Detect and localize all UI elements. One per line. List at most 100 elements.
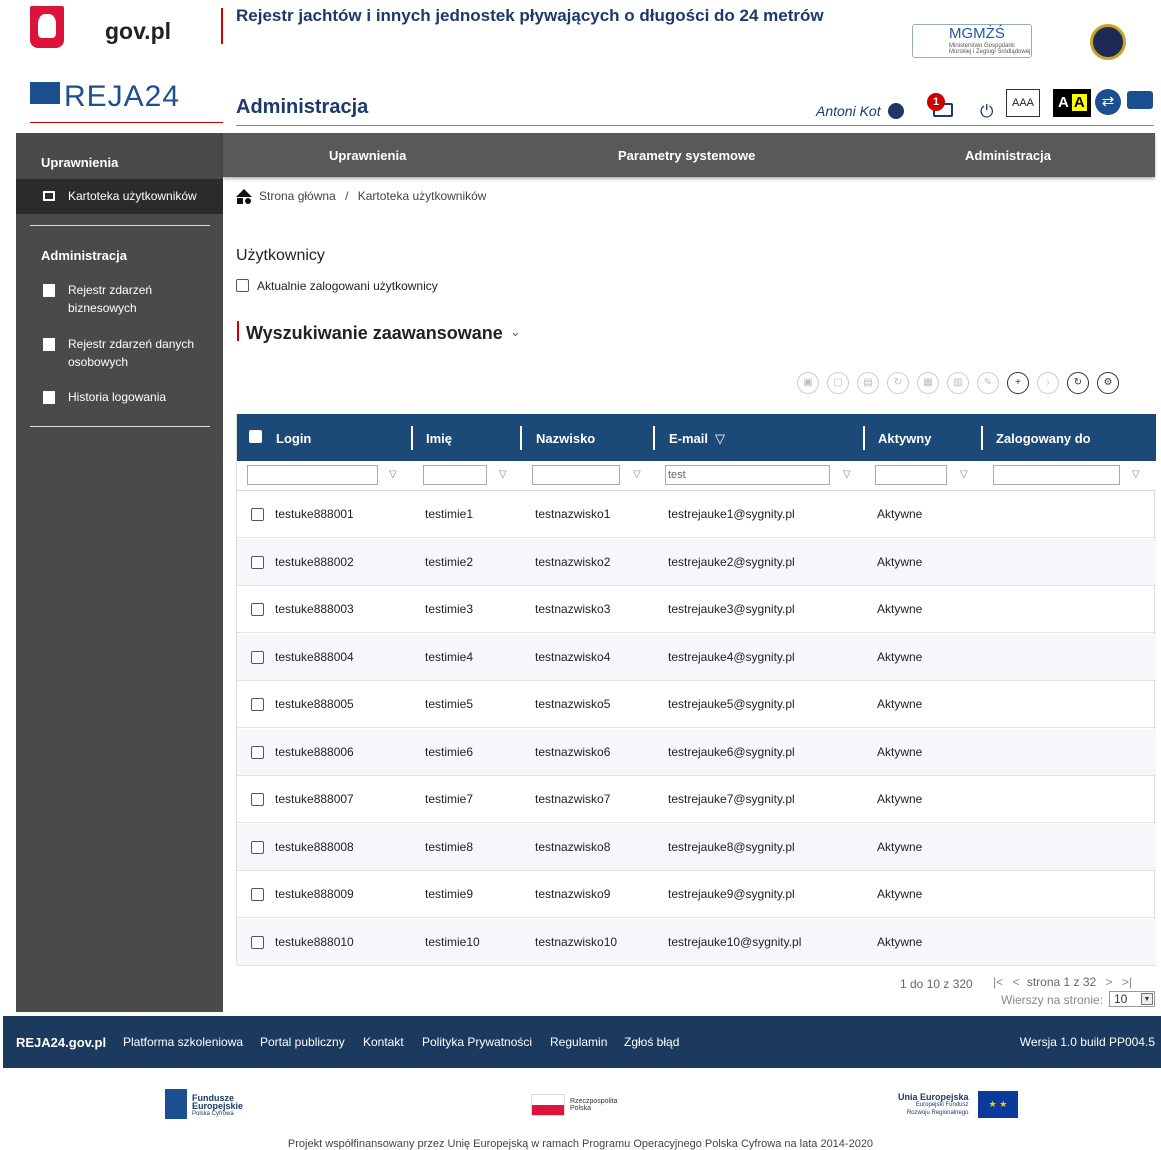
row-checkbox[interactable]	[251, 888, 264, 901]
column-logged-until[interactable]: Zalogowany do	[996, 431, 1091, 446]
row-checkbox[interactable]	[251, 935, 264, 949]
table-row[interactable]: testuke888008 testimie8 testnazwisko8 testr…	[237, 823, 1156, 871]
row-checkbox[interactable]	[251, 508, 264, 521]
font-size-button[interactable]: AAA	[1006, 89, 1040, 117]
column-active[interactable]: Aktywny	[878, 431, 931, 446]
user-name[interactable]: Antoni Kot	[816, 103, 881, 119]
cell-email: testrejauke4@sygnity.pl	[668, 649, 795, 664]
maritime-seal-logo	[1090, 24, 1126, 60]
cell-last-name: testnazwisko3	[535, 602, 611, 616]
row-checkbox[interactable]	[251, 698, 264, 711]
footer-link-privacy[interactable]: Polityka Prywatności	[422, 1035, 532, 1049]
footer-link-public-portal[interactable]: Portal publiczny	[260, 1035, 345, 1049]
table-row[interactable]: testuke888004 testimie4 testnazwisko4 testr…	[237, 633, 1156, 681]
row-checkbox[interactable]	[251, 555, 264, 569]
tab-permissions[interactable]: Uprawnienia	[329, 148, 406, 163]
poland-flag-logo	[531, 1094, 565, 1116]
swap-icon[interactable]: ⇄	[1095, 89, 1121, 115]
row-checkbox[interactable]	[251, 840, 264, 854]
filter-icon[interactable]: ▽	[960, 469, 968, 480]
logged-until-filter-input[interactable]	[993, 465, 1120, 485]
table-row[interactable]: testuke888002 testimie2 testnazwisko2 testr…	[237, 538, 1156, 586]
cell-active: Aktywne	[877, 554, 923, 569]
filter-icon[interactable]: ▽	[633, 469, 641, 480]
active-filter-input[interactable]	[875, 465, 947, 485]
cell-first-name: testimie9	[425, 887, 474, 901]
sidebar-item-users[interactable]: Kartoteka użytkowników	[16, 179, 223, 214]
table-row[interactable]: testuke888005 testimie5 testnazwisko5 testr…	[237, 681, 1156, 728]
footer-link-contact[interactable]: Kontakt	[363, 1035, 404, 1049]
reset-icon[interactable]: ↻	[887, 372, 909, 394]
unlock-icon[interactable]: ▢	[827, 372, 849, 394]
card-icon[interactable]: ▤	[857, 372, 879, 394]
refresh-icon[interactable]: ↻	[1067, 372, 1089, 394]
eu-text: Unia Europejska Europejski Fundusz Rozwoju…	[898, 1092, 969, 1117]
chevron-down-icon[interactable]: ⌄	[510, 324, 521, 340]
cell-email: testrejauke2@sygnity.pl	[668, 554, 795, 569]
id-card-icon	[43, 391, 55, 404]
user-icon[interactable]	[888, 103, 904, 119]
logged-users-checkbox[interactable]	[236, 279, 249, 292]
rows-per-page-select[interactable]: 10 ▼	[1109, 991, 1155, 1007]
login-filter-input[interactable]	[247, 465, 378, 485]
filter-icon[interactable]: ▽	[1132, 469, 1140, 480]
tab-system-params[interactable]: Parametry systemowe	[618, 148, 755, 163]
home-icon[interactable]	[236, 189, 253, 204]
select-all-checkbox[interactable]	[249, 430, 262, 443]
footer-link-terms[interactable]: Regulamin	[550, 1035, 607, 1049]
prev-page-icon[interactable]: <	[1012, 975, 1019, 989]
column-login[interactable]: Login	[276, 431, 311, 446]
cell-login: testuke888007	[275, 792, 354, 806]
contrast-button[interactable]: AA	[1053, 89, 1091, 117]
edit-icon[interactable]: ✎	[977, 372, 999, 394]
next-icon[interactable]: ›	[1037, 372, 1059, 394]
row-checkbox[interactable]	[251, 650, 264, 664]
column-last-name[interactable]: Nazwisko	[536, 431, 595, 446]
advanced-search-toggle[interactable]: Wyszukiwanie zaawansowane	[246, 323, 503, 344]
dropdown-arrow-icon[interactable]: ▼	[1141, 993, 1153, 1005]
row-checkbox[interactable]	[251, 745, 264, 759]
delete-icon[interactable]: ▥	[947, 372, 969, 394]
column-email[interactable]: E-mail	[669, 431, 708, 446]
breadcrumb-home[interactable]: Strona główna	[259, 189, 336, 203]
footer-link-report-bug[interactable]: Zgłoś błąd	[624, 1035, 679, 1049]
keyboard-icon[interactable]	[1127, 91, 1153, 109]
footer-link-training[interactable]: Platforma szkoleniowa	[123, 1035, 243, 1049]
add-icon[interactable]: +	[1007, 372, 1029, 394]
cell-last-name: testnazwisko10	[535, 934, 618, 949]
filter-icon[interactable]: ▽	[843, 469, 851, 480]
table-row[interactable]: testuke888001 testimie1 testnazwisko1 testr…	[237, 491, 1156, 538]
first-page-icon[interactable]: |<	[993, 975, 1003, 989]
next-page-icon[interactable]: >	[1106, 975, 1113, 989]
table-row[interactable]: testuke888007 testimie7 testnazwisko7 testr…	[237, 776, 1156, 823]
table-row[interactable]: testuke888006 testimie6 testnazwisko6 testr…	[237, 728, 1156, 776]
filter-icon[interactable]: ▽	[389, 469, 397, 480]
footer-site[interactable]: REJA24.gov.pl	[16, 1035, 106, 1050]
table-row[interactable]: testuke888009 testimie9 testnazwisko9 testr…	[237, 871, 1156, 918]
table-row[interactable]: testuke888010 testimie10 testnazwisko10 tes…	[237, 918, 1156, 966]
table-row[interactable]: testuke888003 testimie3 testnazwisko3 testr…	[237, 586, 1156, 633]
row-checkbox[interactable]	[251, 793, 264, 806]
row-checkbox[interactable]	[251, 603, 264, 616]
sidebar: Uprawnienia Kartoteka użytkowników Admin…	[16, 133, 223, 1012]
email-filter-input[interactable]: test	[665, 465, 830, 485]
ministry-logo[interactable]: MGMŻŚ Ministerstwo Gospodarki Morskiej i …	[912, 24, 1032, 58]
last-name-filter-input[interactable]	[532, 465, 620, 485]
last-page-icon[interactable]: >|	[1122, 975, 1132, 989]
lock-icon[interactable]: ▣	[797, 372, 819, 394]
power-icon[interactable]: ⏻	[980, 102, 993, 122]
reja24-logo[interactable]: REJA24	[30, 80, 180, 114]
gov-pl-link[interactable]: gov.pl	[105, 18, 171, 45]
column-first-name[interactable]: Imię	[426, 431, 452, 446]
header-divider	[221, 8, 223, 44]
filter-icon[interactable]: ▽	[715, 431, 725, 447]
tab-administration[interactable]: Administracja	[965, 148, 1051, 163]
folder-icon	[43, 191, 55, 201]
logged-users-label[interactable]: Aktualnie zalogowani użytkownicy	[257, 279, 438, 293]
settings-icon[interactable]: ⚙	[1097, 372, 1119, 394]
cell-active: Aktywne	[877, 839, 923, 854]
filter-icon[interactable]: ▽	[499, 469, 507, 480]
first-name-filter-input[interactable]	[423, 465, 487, 485]
cell-login: testuke888005	[275, 697, 354, 711]
save-icon[interactable]: ▦	[917, 372, 939, 394]
